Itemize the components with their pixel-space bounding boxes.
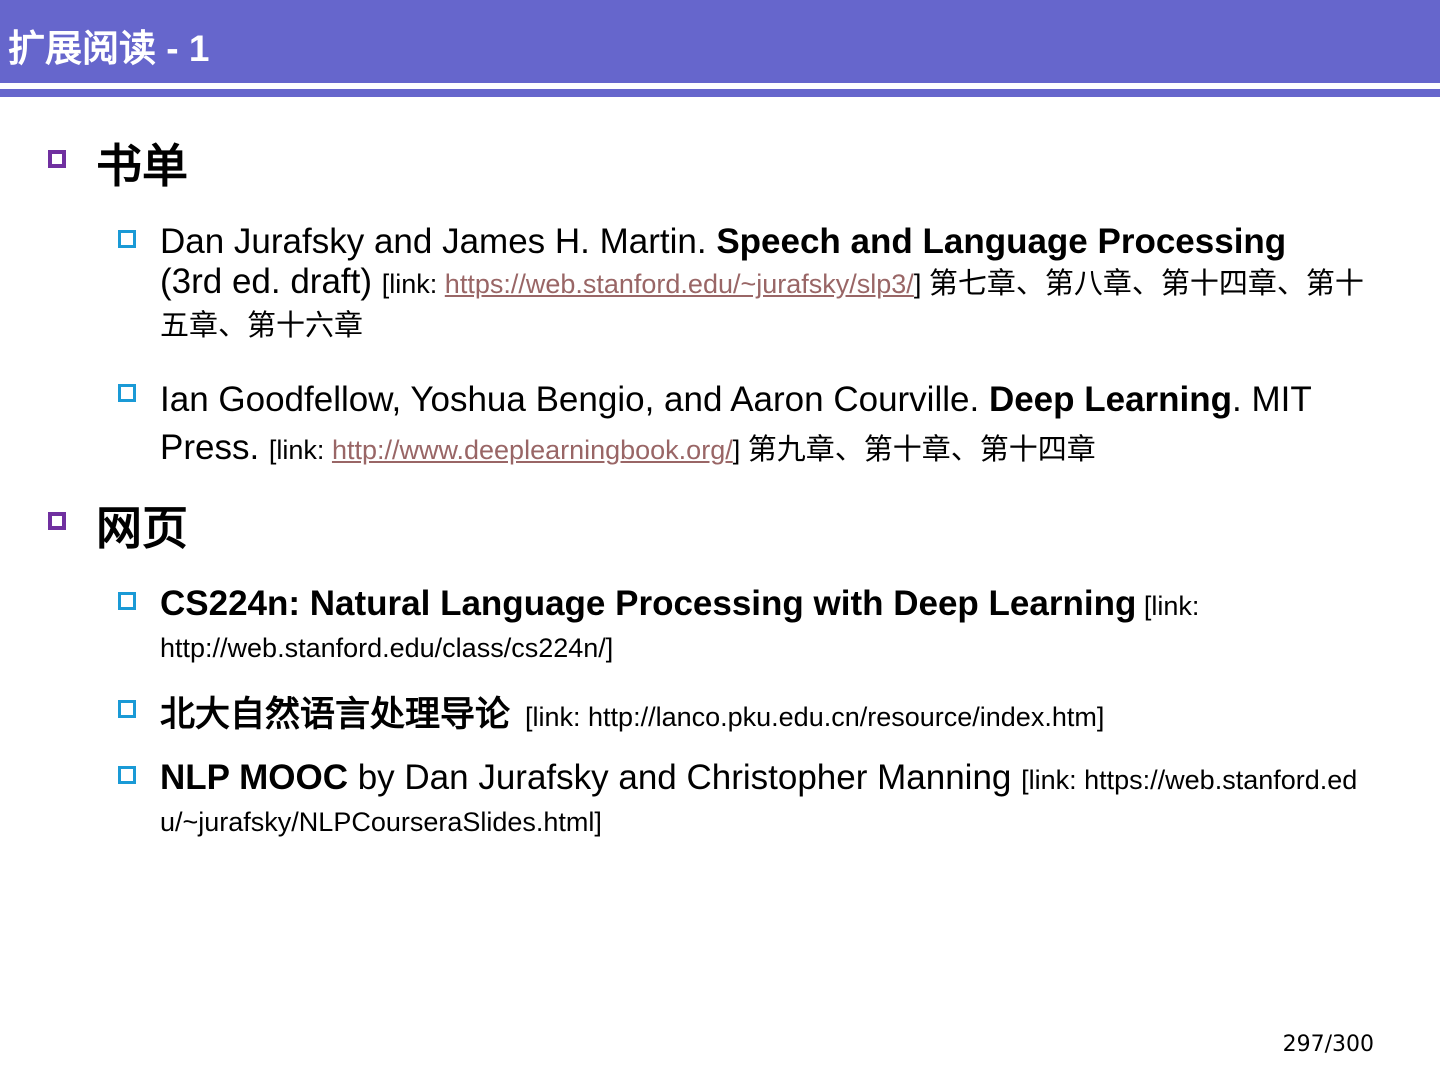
list-item: 北大自然语言处理导论 [link: http://lanco.pku.edu.c… xyxy=(118,692,1378,740)
list-item: Ian Goodfellow, Yoshua Bengio, and Aaron… xyxy=(118,376,1378,474)
link-prefix: [link: xyxy=(268,435,332,465)
square-bullet-icon xyxy=(118,384,136,402)
resource-name: CS224n: Natural Language Processing with… xyxy=(160,584,1137,623)
slp3-link[interactable]: https://web.stanford.edu/~jurafsky/slp3/ xyxy=(445,269,914,299)
authors: Ian Goodfellow, Yoshua Bengio, and Aaron… xyxy=(160,380,989,419)
book-title: Speech and Language Processing xyxy=(716,222,1287,261)
resource-link[interactable]: [link: http://lanco.pku.edu.cn/resource/… xyxy=(510,702,1104,732)
square-bullet-icon xyxy=(118,700,136,718)
section-heading: 书单 xyxy=(96,140,188,192)
chapters: 第九章、第十章、第十四章 xyxy=(747,434,1096,466)
section-heading: 网页 xyxy=(96,502,188,554)
section-books: 书单 xyxy=(48,130,188,196)
authors: Dan Jurafsky and James H. Martin. xyxy=(160,222,717,261)
divider xyxy=(0,89,1440,97)
square-bullet-icon xyxy=(48,512,66,530)
slide-title: 扩展阅读 - 1 xyxy=(8,28,210,69)
dlbook-link[interactable]: http://www.deeplearningbook.org/ xyxy=(332,435,733,465)
list-item: NLP MOOC by Dan Jurafsky and Christopher… xyxy=(118,758,1378,842)
title-bar: 扩展阅读 - 1 xyxy=(0,0,1440,83)
list-item: Dan Jurafsky and James H. Martin. Speech… xyxy=(118,222,1378,346)
resource-authors: by Dan Jurafsky and Christopher Manning xyxy=(347,758,1022,797)
square-bullet-icon xyxy=(118,230,136,248)
resource-name: NLP MOOC xyxy=(160,758,348,797)
resource-name: 北大自然语言处理导论 xyxy=(160,695,511,734)
square-bullet-icon xyxy=(48,150,66,168)
square-bullet-icon xyxy=(118,766,136,784)
list-item: CS224n: Natural Language Processing with… xyxy=(118,584,1378,668)
link-suffix: ] xyxy=(913,269,929,299)
section-webpages: 网页 xyxy=(48,492,188,558)
edition: (3rd ed. draft) xyxy=(160,262,382,301)
page-number: 297/300 xyxy=(1282,1032,1374,1057)
square-bullet-icon xyxy=(118,592,136,610)
book-title: Deep Learning xyxy=(988,380,1233,419)
link-suffix: ] xyxy=(732,435,748,465)
link-prefix: [link: xyxy=(381,269,445,299)
